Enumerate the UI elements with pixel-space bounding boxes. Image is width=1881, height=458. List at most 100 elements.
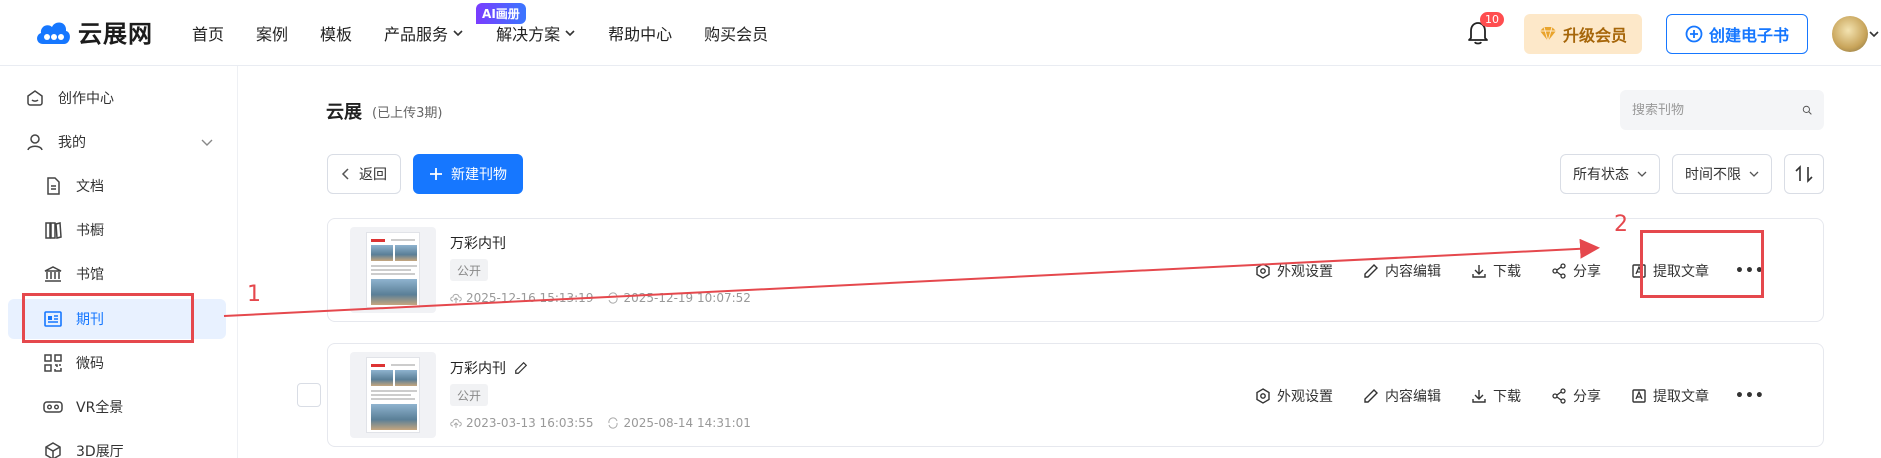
download-icon	[1472, 390, 1486, 403]
top-header: 云展网 首页 案例 模板 产品服务 AI画册 解决方案 帮助中心 购买会员 10…	[0, 0, 1881, 66]
plus-circle-icon	[1685, 25, 1703, 43]
periodical-card[interactable]: 万彩内刊 公开 2025-12-16 15:13:19 2025-12-19 1…	[327, 218, 1824, 322]
edit-label: 内容编辑	[1385, 264, 1441, 280]
search-icon[interactable]	[1802, 102, 1812, 118]
extract-text-icon	[1632, 389, 1646, 403]
appearance-settings-button[interactable]: 外观设置	[1255, 261, 1333, 281]
sync-icon	[608, 292, 619, 304]
updated-time: 2025-08-14 14:31:01	[607, 416, 751, 430]
search-box	[1620, 90, 1824, 130]
appearance-label: 外观设置	[1277, 264, 1333, 280]
sidebar-item-bookshelf[interactable]: 书橱	[8, 210, 226, 250]
download-label: 下载	[1493, 389, 1521, 405]
updated-time: 2025-12-19 10:07:52	[607, 291, 751, 305]
sidebar-item-mine[interactable]: 我的	[8, 122, 226, 162]
select-checkbox[interactable]	[297, 383, 321, 407]
upgrade-button[interactable]: 升级会员	[1524, 14, 1642, 54]
create-ebook-button[interactable]: 创建电子书	[1666, 14, 1808, 54]
sidebar-item-library[interactable]: 书馆	[8, 254, 226, 294]
nav-membership[interactable]: 购买会员	[704, 21, 768, 45]
nav-solutions[interactable]: 解决方案	[496, 21, 576, 45]
search-input[interactable]	[1632, 102, 1802, 118]
back-label: 返回	[359, 167, 387, 183]
appearance-label: 外观设置	[1277, 389, 1333, 405]
edit-label: 内容编辑	[1385, 389, 1441, 405]
document-icon	[42, 175, 64, 197]
sidebar-item-label: VR全景	[76, 400, 124, 416]
annotation-label-1: 1	[247, 282, 261, 307]
diamond-icon	[1539, 26, 1556, 42]
chevron-down-icon	[201, 139, 213, 146]
nav-templates[interactable]: 模板	[320, 21, 352, 45]
avatar[interactable]	[1832, 16, 1868, 52]
pencil-icon	[1364, 389, 1378, 403]
chevron-down-icon	[565, 30, 575, 37]
pencil-icon[interactable]	[514, 361, 528, 375]
share-button[interactable]: 分享	[1551, 261, 1601, 281]
chevron-down-icon	[1749, 171, 1759, 177]
created-time-text: 2025-12-16 15:13:19	[466, 291, 594, 305]
created-time-text: 2023-03-13 16:03:55	[466, 416, 594, 430]
chevron-down-icon	[453, 30, 463, 37]
chevron-down-icon	[1637, 171, 1647, 177]
appearance-settings-button[interactable]: 外观设置	[1255, 386, 1333, 406]
nav-home[interactable]: 首页	[192, 21, 224, 45]
create-label: 创建电子书	[1708, 26, 1789, 45]
updated-time-text: 2025-12-19 10:07:52	[623, 291, 751, 305]
content-edit-button[interactable]: 内容编辑	[1363, 261, 1441, 281]
new-label: 新建刊物	[451, 167, 507, 183]
main-nav: 首页 案例 模板 产品服务 AI画册 解决方案 帮助中心 购买会员	[192, 0, 800, 66]
nav-cases[interactable]: 案例	[256, 21, 288, 45]
sidebar-item-label: 书橱	[76, 223, 104, 239]
sort-button[interactable]	[1784, 154, 1824, 194]
download-label: 下载	[1493, 264, 1521, 280]
chevron-down-icon[interactable]	[1868, 28, 1880, 40]
pencil-icon	[1364, 264, 1378, 278]
sidebar-item-label: 书馆	[76, 267, 104, 283]
new-periodical-button[interactable]: 新建刊物	[413, 154, 523, 194]
cover-thumbnail[interactable]	[350, 227, 436, 313]
annotation-box-2	[1640, 230, 1764, 298]
periodical-card[interactable]: 万彩内刊 公开 2023-03-13 16:03:55 2025-08-14 1…	[327, 343, 1824, 447]
sidebar-item-label: 我的	[58, 135, 86, 151]
page-subtitle: (已上传3期)	[372, 106, 443, 121]
status-filter-label: 所有状态	[1573, 167, 1629, 183]
sidebar-item-3d-hall[interactable]: 3D展厅	[8, 431, 226, 458]
sidebar-item-creation-center[interactable]: 创作中心	[8, 78, 226, 118]
logo[interactable]: 云展网	[34, 14, 153, 49]
user-icon	[24, 131, 46, 153]
share-icon	[1552, 388, 1566, 404]
plus-icon	[430, 168, 442, 180]
hexagon-settings-icon	[1256, 388, 1270, 404]
extract-article-button[interactable]: 提取文章	[1631, 386, 1709, 406]
card-title-text: 万彩内刊	[450, 361, 506, 377]
cube-icon	[42, 440, 64, 458]
sort-icon	[1795, 165, 1813, 183]
extract-label: 提取文章	[1653, 389, 1709, 405]
updated-time-text: 2025-08-14 14:31:01	[623, 416, 751, 430]
sidebar-item-vr[interactable]: VR全景	[8, 387, 226, 427]
sync-icon	[608, 417, 619, 429]
sidebar-item-label: 文档	[76, 179, 104, 195]
annotation-box-1	[22, 293, 194, 343]
nav-products[interactable]: 产品服务 AI画册	[384, 3, 526, 45]
nav-products-label: 产品服务	[384, 25, 449, 44]
card-title: 万彩内刊	[450, 233, 506, 253]
page-title: 云展	[326, 102, 362, 123]
share-button[interactable]: 分享	[1551, 386, 1601, 406]
sidebar-item-microcode[interactable]: 微码	[8, 343, 226, 383]
sidebar-item-documents[interactable]: 文档	[8, 166, 226, 206]
more-button[interactable]: •••	[1735, 388, 1765, 404]
created-time: 2025-12-16 15:13:19	[450, 291, 593, 305]
download-button[interactable]: 下载	[1471, 386, 1521, 406]
time-filter-label: 时间不限	[1685, 167, 1741, 183]
status-filter[interactable]: 所有状态	[1560, 154, 1660, 194]
back-button[interactable]: 返回	[327, 154, 401, 194]
nav-help[interactable]: 帮助中心	[608, 21, 672, 45]
content-edit-button[interactable]: 内容编辑	[1363, 386, 1441, 406]
sidebar-item-label: 3D展厅	[76, 444, 124, 458]
cover-thumbnail[interactable]	[350, 352, 436, 438]
sidebar-item-label: 创作中心	[58, 91, 114, 107]
download-button[interactable]: 下载	[1471, 261, 1521, 281]
time-filter[interactable]: 时间不限	[1672, 154, 1772, 194]
